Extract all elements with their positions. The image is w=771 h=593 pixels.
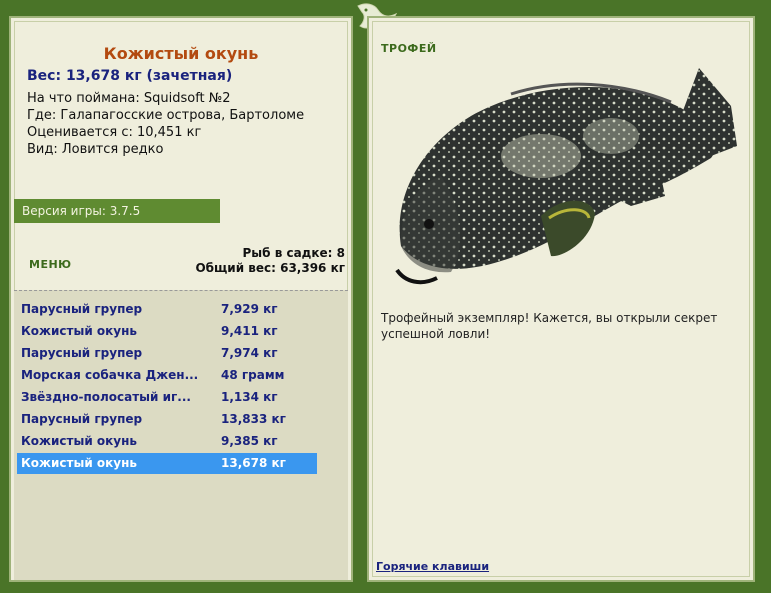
game-window: Кожистый окунь Вес: 13,678 кг (зачетная)… bbox=[0, 0, 771, 593]
catch-location: Где: Галапагосские острова, Бартоломе bbox=[27, 108, 305, 123]
rated-from: Оценивается с: 10,451 кг bbox=[27, 125, 202, 140]
catch-item-weight: 9,411 кг bbox=[221, 324, 278, 338]
fish-title: Кожистый окунь bbox=[103, 44, 259, 63]
catch-list-item[interactable]: Парусный групер 13,833 кг bbox=[17, 409, 317, 430]
catch-list-item[interactable]: Парусный групер 7,974 кг bbox=[17, 343, 317, 364]
fish-kind: Вид: Ловится редко bbox=[27, 142, 164, 157]
catch-item-weight: 13,833 кг bbox=[221, 412, 286, 426]
catch-item-name: Кожистый окунь bbox=[21, 434, 137, 448]
menu-button[interactable]: МЕНЮ bbox=[29, 258, 72, 271]
game-version: Версия игры: 3.7.5 bbox=[14, 199, 220, 223]
fish-info-panel: Кожистый окунь Вес: 13,678 кг (зачетная)… bbox=[9, 16, 353, 582]
catch-item-name: Кожистый окунь bbox=[21, 456, 137, 470]
cage-summary: Рыб в садке: 8 Общий вес: 63,396 кг bbox=[195, 246, 345, 276]
catch-list-item[interactable]: Морская собачка Джен... 48 грамм bbox=[17, 365, 317, 386]
catch-item-name: Парусный групер bbox=[21, 346, 143, 360]
catch-list-item[interactable]: Парусный групер 7,929 кг bbox=[17, 299, 317, 320]
catch-item-weight: 7,974 кг bbox=[221, 346, 278, 360]
catch-item-weight: 48 грамм bbox=[221, 368, 285, 382]
fish-weight: Вес: 13,678 кг (зачетная) bbox=[27, 68, 233, 84]
catch-item-name: Парусный групер bbox=[21, 412, 143, 426]
trophy-message: Трофейный экземпляр! Кажется, вы открыли… bbox=[381, 311, 718, 341]
catch-item-name: Звёздно-полосатый иг... bbox=[21, 390, 191, 404]
catch-item-name: Парусный групер bbox=[21, 302, 143, 316]
catch-item-name: Кожистый окунь bbox=[21, 324, 137, 338]
catch-item-name: Морская собачка Джен... bbox=[21, 368, 199, 382]
catch-list-item[interactable]: Кожистый окунь 9,385 кг bbox=[17, 431, 317, 452]
catch-list-item[interactable]: Кожистый окунь 13,678 кг bbox=[17, 453, 317, 474]
catch-list-item[interactable]: Кожистый окунь 9,411 кг bbox=[17, 321, 317, 342]
catch-item-weight: 13,678 кг bbox=[221, 456, 286, 470]
catch-item-weight: 9,385 кг bbox=[221, 434, 278, 448]
trophy-panel: ТРОФЕЙ Трофейный экземпляр! Кажется, вы … bbox=[367, 16, 755, 582]
caught-with: На что поймана: Squidsoft №2 bbox=[27, 91, 231, 106]
cage-count: Рыб в садке: 8 bbox=[242, 246, 346, 260]
catch-item-weight: 1,134 кг bbox=[221, 390, 278, 404]
fish-details: На что поймана: Squidsoft №2 Где: Галапа… bbox=[27, 90, 304, 158]
catch-item-weight: 7,929 кг bbox=[221, 302, 278, 316]
catch-list: Парусный групер 7,929 кг Кожистый окунь 9,4… bbox=[14, 290, 348, 580]
fish-picture bbox=[395, 68, 737, 285]
cage-total-weight: Общий вес: 63,396 кг bbox=[195, 261, 345, 275]
hotkeys-link[interactable]: Горячие клавиши bbox=[376, 560, 489, 573]
catch-list-item[interactable]: Звёздно-полосатый иг... 1,134 кг bbox=[17, 387, 317, 408]
